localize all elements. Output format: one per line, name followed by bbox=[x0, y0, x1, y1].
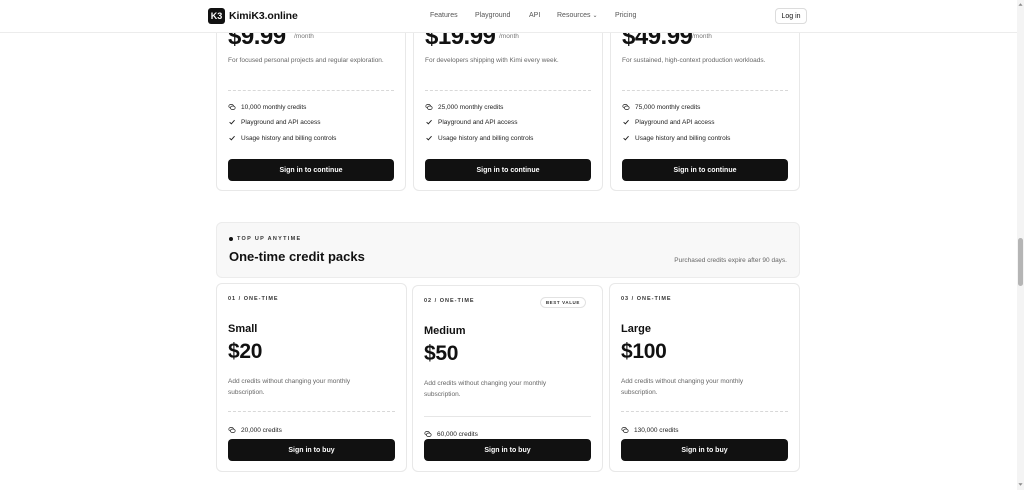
credit-pack-card: 02 / ONE-TIME BEST VALUE Medium $50 Add … bbox=[412, 285, 603, 472]
pack-credits-text: 20,000 credits bbox=[241, 426, 282, 434]
pack-name: Medium bbox=[424, 325, 466, 337]
divider bbox=[228, 90, 394, 91]
plan-card: $19.99 /month For developers shipping wi… bbox=[413, 10, 603, 191]
divider bbox=[228, 411, 395, 412]
scrollbar-thumb[interactable] bbox=[1018, 238, 1023, 286]
plan-description: For focused personal projects and regula… bbox=[228, 57, 384, 64]
pack-price: $50 bbox=[424, 342, 459, 365]
sign-in-button[interactable]: Sign in to continue bbox=[622, 159, 788, 181]
nav-menu-resources[interactable]: Resources ⌄ bbox=[557, 12, 598, 19]
buy-button[interactable]: Sign in to buy bbox=[621, 439, 788, 461]
buy-button[interactable]: Sign in to buy bbox=[424, 439, 591, 461]
feature-text: Playground and API access bbox=[438, 118, 518, 126]
pack-credits: 20,000 credits bbox=[228, 426, 282, 434]
pack-credits-text: 130,000 credits bbox=[634, 426, 679, 434]
expiry-note: Purchased credits expire after 90 days. bbox=[674, 257, 787, 264]
pack-name: Large bbox=[621, 323, 651, 335]
pack-credits: 130,000 credits bbox=[621, 426, 678, 434]
coins-icon bbox=[228, 427, 236, 433]
topup-header: TOP UP ANYTIME One-time credit packs Pur… bbox=[216, 222, 800, 278]
check-icon bbox=[426, 135, 432, 141]
feature-item: Usage history and billing controls bbox=[622, 134, 730, 142]
feature-item: 25,000 monthly credits bbox=[425, 103, 503, 111]
check-icon bbox=[229, 119, 235, 125]
credit-pack-card: 01 / ONE-TIME Small $20 Add credits with… bbox=[216, 283, 407, 472]
check-icon bbox=[623, 119, 629, 125]
nav-link-resources: Resources bbox=[557, 12, 591, 19]
nav-link-features[interactable]: Features bbox=[430, 12, 458, 19]
section-kicker-text: TOP UP ANYTIME bbox=[237, 236, 302, 242]
best-value-badge: BEST VALUE bbox=[539, 297, 586, 308]
pack-credits: 60,000 credits bbox=[424, 430, 478, 438]
plan-card: $49.99 /month For sustained, high-contex… bbox=[610, 10, 800, 191]
bullet-dot-icon bbox=[229, 237, 233, 241]
pack-description: Add credits without changing your monthl… bbox=[228, 378, 351, 396]
sign-in-button[interactable]: Sign in to continue bbox=[425, 159, 591, 181]
pack-kicker: 02 / ONE-TIME bbox=[424, 298, 475, 304]
pack-description: Add credits without changing your monthl… bbox=[621, 378, 744, 396]
feature-text: Usage history and billing controls bbox=[241, 134, 337, 142]
divider bbox=[622, 90, 788, 91]
credit-pack-card: 03 / ONE-TIME Large $100 Add credits wit… bbox=[609, 283, 800, 472]
plan-description: For developers shipping with Kimi every … bbox=[425, 57, 559, 64]
plan-card: $9.99 /month For focused personal projec… bbox=[216, 10, 406, 191]
nav-link-playground[interactable]: Playground bbox=[475, 12, 510, 19]
divider bbox=[621, 411, 788, 412]
nav-link-api[interactable]: API bbox=[529, 12, 540, 19]
sign-in-button[interactable]: Sign in to continue bbox=[228, 159, 394, 181]
divider bbox=[424, 416, 591, 417]
scroll-up-arrow-icon[interactable] bbox=[1018, 2, 1023, 7]
check-icon bbox=[623, 135, 629, 141]
feature-text: 75,000 monthly credits bbox=[635, 103, 701, 111]
nav-link-pricing[interactable]: Pricing bbox=[615, 12, 636, 19]
feature-text: Usage history and billing controls bbox=[438, 134, 534, 142]
coins-icon bbox=[621, 427, 629, 433]
pack-kicker: 01 / ONE-TIME bbox=[228, 296, 279, 302]
coins-icon bbox=[424, 431, 432, 437]
chevron-down-icon: ⌄ bbox=[592, 13, 598, 19]
feature-text: Playground and API access bbox=[241, 118, 321, 126]
pack-price: $100 bbox=[621, 340, 667, 363]
check-icon bbox=[426, 119, 432, 125]
coins-icon bbox=[228, 104, 236, 110]
plan-description: For sustained, high-context production w… bbox=[622, 57, 766, 64]
section-title: One-time credit packs bbox=[229, 249, 365, 264]
feature-text: 25,000 monthly credits bbox=[438, 103, 504, 111]
feature-item: 10,000 monthly credits bbox=[228, 103, 306, 111]
feature-text: Usage history and billing controls bbox=[635, 134, 731, 142]
pack-name: Small bbox=[228, 323, 258, 335]
scroll-down-arrow-icon[interactable] bbox=[1018, 482, 1023, 487]
buy-button[interactable]: Sign in to buy bbox=[228, 439, 395, 461]
feature-item: 75,000 monthly credits bbox=[622, 103, 700, 111]
pack-kicker: 03 / ONE-TIME bbox=[621, 296, 672, 302]
feature-item: Usage history and billing controls bbox=[425, 134, 533, 142]
plan-period: /month bbox=[499, 33, 519, 40]
check-icon bbox=[229, 135, 235, 141]
feature-item: Usage history and billing controls bbox=[228, 134, 336, 142]
divider bbox=[425, 90, 591, 91]
section-kicker: TOP UP ANYTIME bbox=[229, 236, 301, 242]
plan-period: /month bbox=[692, 33, 712, 40]
plan-period: /month bbox=[294, 33, 314, 40]
pack-credits-text: 60,000 credits bbox=[437, 430, 478, 438]
top-navbar: K3 KimiK3.online Features Playground API… bbox=[0, 0, 1017, 33]
feature-item: Playground and API access bbox=[228, 118, 321, 126]
coins-icon bbox=[425, 104, 433, 110]
pack-description: Add credits without changing your monthl… bbox=[424, 380, 547, 398]
pack-price: $20 bbox=[228, 340, 263, 363]
nav-links: Features Playground API Resources ⌄ Prici… bbox=[0, 12, 1017, 22]
feature-item: Playground and API access bbox=[622, 118, 715, 126]
feature-text: 10,000 monthly credits bbox=[241, 103, 307, 111]
feature-text: Playground and API access bbox=[635, 118, 715, 126]
login-button[interactable]: Log in bbox=[775, 8, 807, 24]
coins-icon bbox=[622, 104, 630, 110]
feature-item: Playground and API access bbox=[425, 118, 518, 126]
